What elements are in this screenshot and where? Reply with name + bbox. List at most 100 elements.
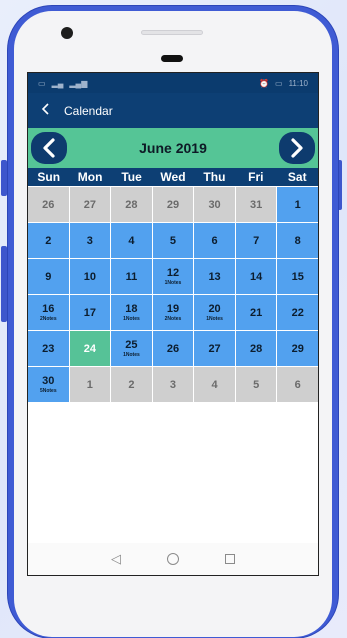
notification-icon: ▭ bbox=[38, 78, 46, 88]
day-number: 26 bbox=[166, 342, 180, 355]
day-cell[interactable]: 22 bbox=[277, 295, 318, 330]
day-number: 24 bbox=[83, 342, 96, 355]
day-notes-count: 5Notes bbox=[39, 388, 57, 394]
day-cell[interactable]: 4 bbox=[111, 223, 152, 258]
day-cell[interactable]: 26 bbox=[152, 331, 194, 366]
chevron-left-icon bbox=[43, 138, 55, 158]
day-cell[interactable]: 1 bbox=[69, 367, 111, 402]
day-number: 12 bbox=[166, 267, 180, 279]
square-recents-icon[interactable] bbox=[225, 554, 235, 564]
day-number: 31 bbox=[250, 198, 263, 211]
day-number: 26 bbox=[42, 198, 55, 211]
day-notes-count: 2Notes bbox=[39, 316, 57, 322]
day-cell[interactable]: 28 bbox=[235, 331, 277, 366]
day-number: 4 bbox=[211, 378, 218, 391]
status-icons-left: ▭ ▂▄ ▂▄▆ bbox=[38, 79, 87, 88]
day-cell[interactable]: 14 bbox=[235, 259, 277, 294]
day-number: 2 bbox=[128, 378, 135, 391]
day-cell[interactable]: 8 bbox=[277, 223, 318, 258]
day-cell[interactable]: 2 bbox=[111, 367, 152, 402]
day-number: 21 bbox=[250, 306, 263, 319]
day-notes-count: 1Notes bbox=[123, 352, 140, 358]
day-number: 17 bbox=[83, 306, 96, 319]
day-number: 8 bbox=[294, 234, 301, 247]
day-number: 7 bbox=[253, 234, 260, 247]
day-number: 29 bbox=[166, 198, 180, 211]
day-number: 30 bbox=[42, 375, 55, 387]
day-number: 6 bbox=[294, 378, 301, 391]
day-cell[interactable]: 4 bbox=[194, 367, 235, 402]
day-cell[interactable]: 5 bbox=[152, 223, 194, 258]
day-number: 11 bbox=[125, 270, 138, 283]
weekday-label: Mon bbox=[77, 170, 103, 184]
day-cell[interactable]: 20 1Notes bbox=[194, 295, 235, 330]
day-cell[interactable]: 29 bbox=[277, 331, 318, 366]
arrow-left-icon[interactable] bbox=[40, 102, 52, 119]
day-number: 5 bbox=[169, 234, 177, 247]
day-cell[interactable]: 18 1Notes bbox=[111, 295, 152, 330]
day-cell[interactable]: 29 bbox=[152, 187, 194, 222]
alarm-icon: ⏰ bbox=[259, 78, 269, 88]
day-cell[interactable]: 27 bbox=[69, 187, 111, 222]
day-number: 2 bbox=[45, 234, 52, 247]
day-number: 25 bbox=[125, 339, 138, 351]
day-number: 18 bbox=[125, 303, 138, 315]
day-cell[interactable]: 31 bbox=[235, 187, 277, 222]
day-cell[interactable]: 11 bbox=[111, 259, 152, 294]
day-cell[interactable]: 3 bbox=[152, 367, 194, 402]
phone-screen: ▭ ▂▄ ▂▄▆ ⏰ ▭ 11:10 Calendar June 2019 Su… bbox=[27, 72, 319, 576]
triangle-back-icon[interactable]: ◁ bbox=[111, 551, 121, 567]
day-number: 6 bbox=[211, 234, 218, 247]
day-cell[interactable]: 2 bbox=[28, 223, 69, 258]
day-cell[interactable]: 9 bbox=[28, 259, 69, 294]
day-number: 13 bbox=[208, 270, 221, 283]
day-cell[interactable]: 13 bbox=[194, 259, 235, 294]
day-number: 28 bbox=[125, 198, 138, 211]
day-cell[interactable]: 1 bbox=[277, 187, 318, 222]
day-number: 3 bbox=[169, 378, 177, 391]
day-cell[interactable]: 28 bbox=[111, 187, 152, 222]
day-cell[interactable]: 21 bbox=[235, 295, 277, 330]
day-cell[interactable]: 6 bbox=[277, 367, 318, 402]
day-cell[interactable]: 30 bbox=[194, 187, 235, 222]
day-cell[interactable]: 25 1Notes bbox=[111, 331, 152, 366]
day-cell[interactable]: 10 bbox=[69, 259, 111, 294]
day-number: 14 bbox=[250, 270, 263, 283]
day-cell[interactable]: 16 2Notes bbox=[28, 295, 69, 330]
day-number: 23 bbox=[42, 342, 55, 355]
day-number: 16 bbox=[42, 303, 55, 315]
day-number: 22 bbox=[291, 306, 304, 319]
day-number: 3 bbox=[86, 234, 93, 247]
next-month-button[interactable] bbox=[279, 132, 315, 164]
page-title: Calendar bbox=[64, 103, 113, 118]
day-cell[interactable]: 23 bbox=[28, 331, 69, 366]
day-number: 19 bbox=[166, 303, 180, 315]
day-cell[interactable]: 17 bbox=[69, 295, 111, 330]
day-notes-count: 1Notes bbox=[206, 316, 223, 322]
weekday-header: Sun Mon Tue Wed Thu Fri Sat bbox=[28, 168, 318, 186]
day-cell[interactable]: 30 5Notes bbox=[28, 367, 69, 402]
month-header: June 2019 bbox=[28, 128, 318, 168]
day-cell[interactable]: 24 bbox=[69, 331, 111, 366]
day-cell[interactable]: 5 bbox=[235, 367, 277, 402]
signal-icon: ▂▄ bbox=[51, 78, 64, 88]
day-notes-count: 1Notes bbox=[123, 316, 140, 322]
weekday-label: Tue bbox=[121, 170, 142, 184]
day-cell[interactable]: 19 2Notes bbox=[152, 295, 194, 330]
circle-home-icon[interactable] bbox=[167, 553, 179, 565]
day-cell[interactable]: 27 bbox=[194, 331, 235, 366]
android-nav-bar: ◁ bbox=[28, 543, 318, 575]
day-cell[interactable]: 6 bbox=[194, 223, 235, 258]
calendar-grid: 26 27 28 29 30 31 1 2 3 4 5 6 7 8 9 10 11 12 1Notes 13 14 15 1… bbox=[28, 186, 318, 402]
status-icons-right: ⏰ ▭ 11:10 bbox=[259, 79, 308, 88]
day-number: 9 bbox=[45, 270, 52, 283]
app-bar: Calendar bbox=[28, 93, 318, 128]
day-cell[interactable]: 15 bbox=[277, 259, 318, 294]
day-number: 10 bbox=[83, 270, 96, 283]
day-cell[interactable]: 7 bbox=[235, 223, 277, 258]
prev-month-button[interactable] bbox=[31, 132, 67, 164]
day-cell[interactable]: 26 bbox=[28, 187, 69, 222]
day-cell[interactable]: 3 bbox=[69, 223, 111, 258]
day-cell[interactable]: 12 1Notes bbox=[152, 259, 194, 294]
phone-speaker bbox=[141, 30, 203, 35]
